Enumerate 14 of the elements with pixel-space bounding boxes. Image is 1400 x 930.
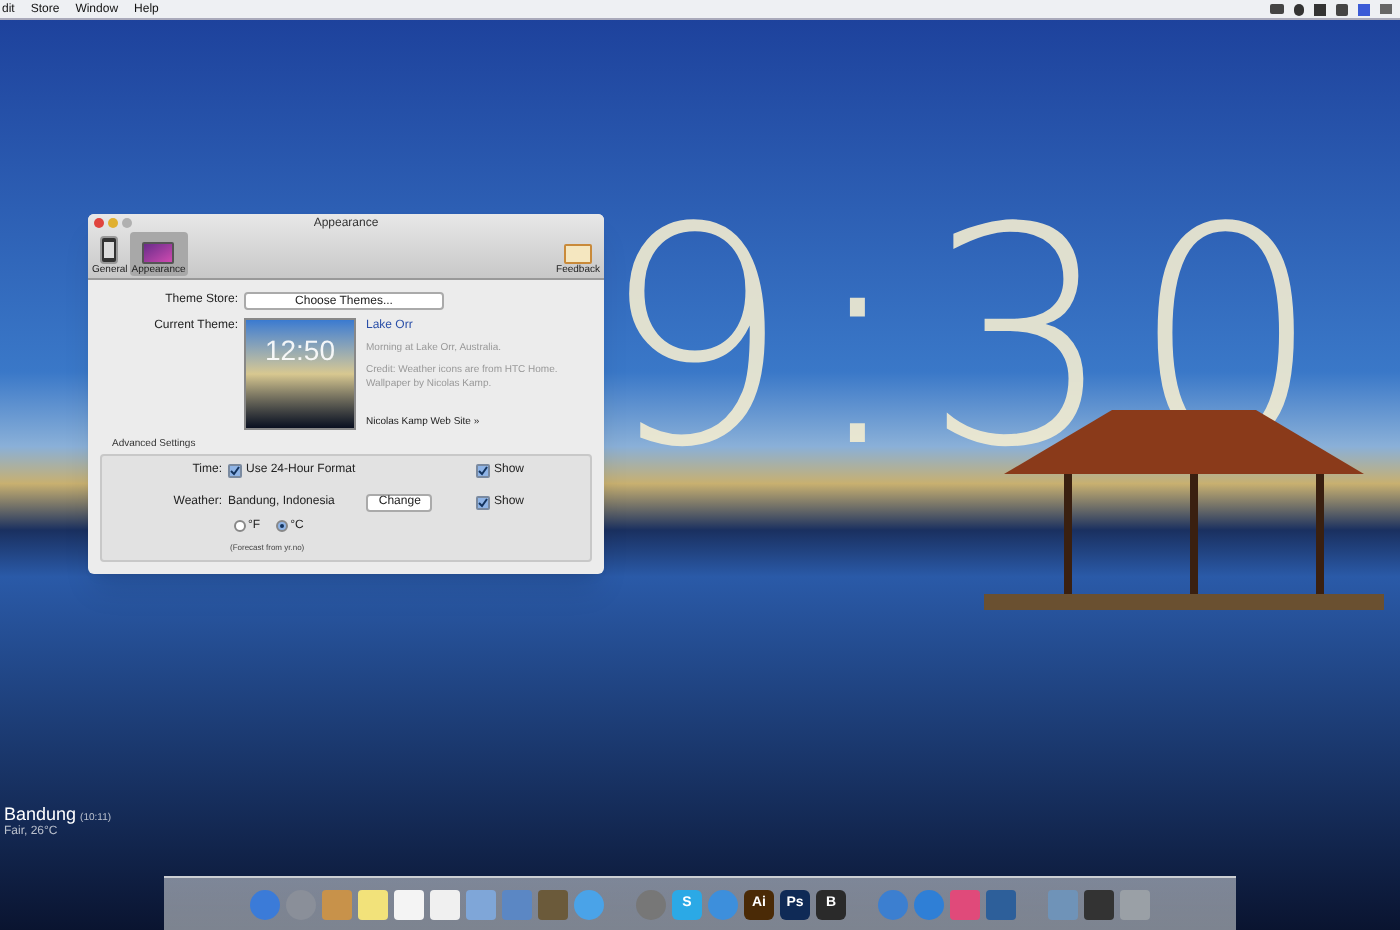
weather-city: Bandung <box>4 806 77 824</box>
checkbox[interactable] <box>475 495 490 509</box>
zoom-button[interactable] <box>122 218 132 228</box>
envelope-icon <box>564 244 593 264</box>
screen-icon <box>142 242 175 264</box>
phone-icon <box>100 236 119 264</box>
preview-clock: 12:50 <box>264 336 336 364</box>
checkbox[interactable] <box>228 463 242 477</box>
close-button[interactable] <box>94 218 104 228</box>
radio-button[interactable] <box>234 520 246 532</box>
status-icon[interactable] <box>1270 4 1284 14</box>
minimize-button[interactable] <box>108 218 118 228</box>
checkbox[interactable] <box>475 463 490 477</box>
radio-button[interactable] <box>276 520 289 532</box>
